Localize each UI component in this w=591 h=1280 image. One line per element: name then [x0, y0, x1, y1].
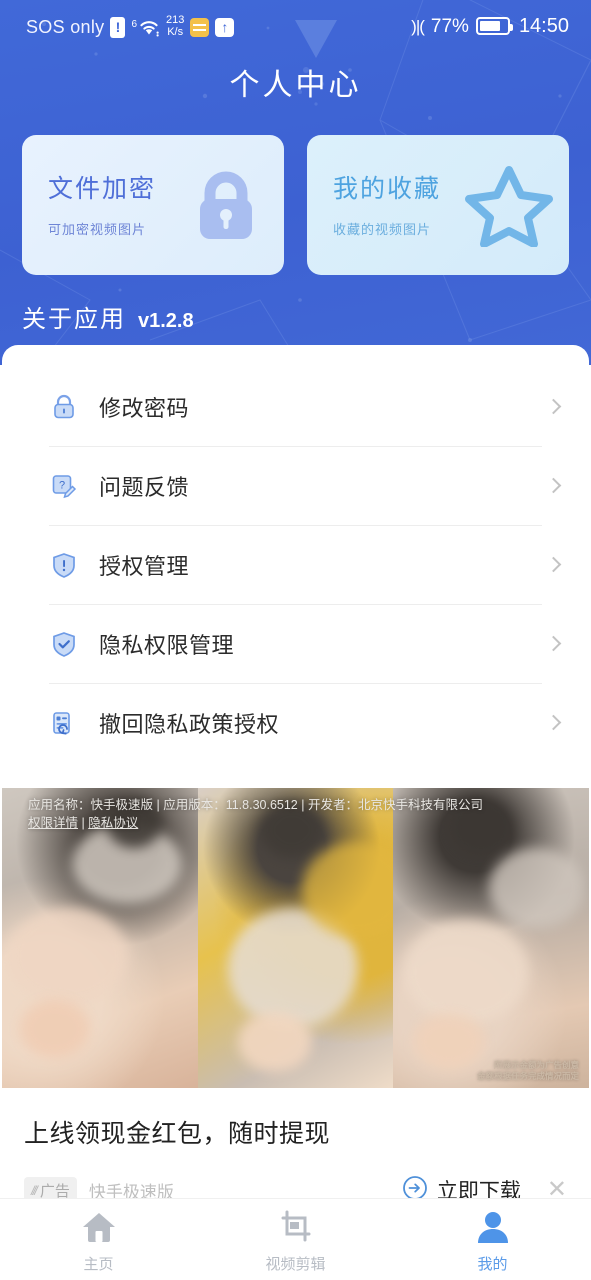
battery-percent-label: 77% — [430, 15, 469, 37]
page-title: 个人中心 — [229, 69, 362, 102]
shield-exclamation-icon — [49, 550, 79, 580]
carrier-label: SOS only — [26, 16, 105, 37]
ad-media[interactable]: 应用名称：快手极速版 | 应用版本：11.8.30.6512 | 开发者：北京快… — [2, 788, 589, 1088]
ad-image-frame — [2, 788, 198, 1088]
battery-icon — [475, 17, 513, 35]
sim-warning-icon: ! — [110, 16, 126, 38]
lock-icon — [184, 163, 268, 252]
ad-amount-watermark: 所展示金额为广告创意 金额根据任务完成情况而定 — [477, 1060, 579, 1082]
nav-item-video-edit[interactable]: 视频剪辑 — [197, 1199, 394, 1280]
ad-bars-icon: /// — [31, 1182, 38, 1198]
feature-cards: 文件加密 可加密视频图片 我的收藏 收藏的视频图片 — [22, 135, 569, 275]
lock-outline-icon — [49, 392, 79, 422]
upload-badge-icon — [215, 17, 235, 37]
ad-info-separator: | — [78, 816, 89, 830]
profile-header: SOS only ! 6 213 K/s ↑)|(77% 14:50 个人中… — [0, 0, 591, 365]
ad-image-frame — [197, 788, 394, 1088]
settings-menu-list: 修改密码 ? 问题反馈 授权管理 隐私权限管理 撤回隐私政策授权 — [2, 345, 589, 762]
divider — [49, 604, 542, 605]
menu-item-feedback[interactable]: ? 问题反馈 — [2, 446, 589, 525]
settings-panel: 修改密码 ? 问题反馈 授权管理 隐私权限管理 撤回隐私政策授权 应用名称：快手… — [2, 345, 589, 1280]
vibrate-icon: )|( — [411, 16, 425, 36]
nav-item-profile[interactable]: 我的 — [394, 1199, 591, 1280]
nav-item-label: 视频剪辑 — [265, 1255, 326, 1273]
chevron-right-icon — [545, 556, 562, 573]
network-speed-value: 213 — [166, 13, 185, 26]
status-bar: SOS only ! 6 213 K/s ↑)|(77% 14:50 — [0, 0, 591, 52]
wifi-generation-label: 6 — [131, 18, 137, 30]
card-file-encryption[interactable]: 文件加密 可加密视频图片 — [22, 135, 284, 275]
person-icon — [475, 1210, 511, 1249]
divider — [49, 525, 542, 526]
chevron-right-icon — [545, 635, 562, 652]
chevron-right-icon — [545, 398, 562, 415]
nav-item-label: 主页 — [83, 1255, 114, 1273]
chevron-right-icon — [545, 714, 562, 731]
menu-item-label: 修改密码 — [99, 395, 190, 421]
feedback-pencil-icon: ? — [49, 471, 79, 501]
about-app-section: 关于应用 v1.2.8 — [22, 299, 194, 334]
about-app-label: 关于应用 — [22, 306, 126, 333]
status-bar-left: SOS only ! 6 213 K/s — [0, 13, 235, 38]
ad-permission-link[interactable]: 权限详情 — [28, 816, 78, 830]
document-revoke-icon — [49, 708, 79, 738]
ad-title[interactable]: 上线领现金红包，随时提现 — [2, 1088, 589, 1150]
app-version-label: v1.2.8 — [138, 310, 194, 332]
menu-item-label: 撤回隐私政策授权 — [99, 711, 280, 737]
svg-text:?: ? — [59, 479, 65, 491]
menu-item-label: 问题反馈 — [99, 474, 190, 500]
ad-image-frame — [393, 788, 589, 1088]
star-icon — [465, 163, 553, 252]
menu-item-privacy-permissions[interactable]: 隐私权限管理 — [2, 604, 589, 683]
ad-banner: 应用名称：快手极速版 | 应用版本：11.8.30.6512 | 开发者：北京快… — [2, 788, 589, 1210]
divider — [49, 446, 542, 447]
calendar-badge-icon — [190, 17, 210, 37]
clock-label: 14:50 — [518, 15, 569, 37]
ad-disclosure-info: 应用名称：快手极速版 | 应用版本：11.8.30.6512 | 开发者：北京快… — [28, 796, 568, 832]
menu-item-revoke-privacy-policy[interactable]: 撤回隐私政策授权 — [2, 683, 589, 762]
menu-item-change-password[interactable]: 修改密码 — [2, 367, 589, 446]
bottom-navigation: 主页 视频剪辑 我的 — [0, 1198, 591, 1280]
network-speed-unit: K/s — [167, 25, 184, 38]
ad-watermark-line-1: 所展示金额为广告创意 — [493, 1060, 579, 1070]
chevron-right-icon — [545, 477, 562, 494]
home-icon — [81, 1210, 117, 1249]
menu-item-label: 授权管理 — [99, 553, 190, 579]
menu-item-label: 隐私权限管理 — [99, 632, 235, 658]
app-screen: SOS only ! 6 213 K/s ↑)|(77% 14:50 个人中… — [0, 0, 591, 1280]
shield-check-icon — [49, 629, 79, 659]
ad-info-line: 应用名称：快手极速版 | 应用版本：11.8.30.6512 | 开发者：北京快… — [28, 798, 483, 812]
nav-item-label: 我的 — [477, 1255, 508, 1273]
crop-icon — [278, 1210, 314, 1249]
nav-item-home[interactable]: 主页 — [0, 1199, 197, 1280]
card-my-favorites[interactable]: 我的收藏 收藏的视频图片 — [307, 135, 569, 275]
menu-item-authorization[interactable]: 授权管理 — [2, 525, 589, 604]
divider — [49, 683, 542, 684]
wifi-icon: 6 — [131, 16, 160, 38]
network-speed: 213 K/s — [166, 13, 185, 38]
ad-watermark-line-2: 金额根据任务完成情况而定 — [476, 1071, 579, 1081]
ad-privacy-link[interactable]: 隐私协议 — [88, 816, 138, 830]
status-bar-right: )|( 77% 14:50 — [411, 16, 591, 36]
